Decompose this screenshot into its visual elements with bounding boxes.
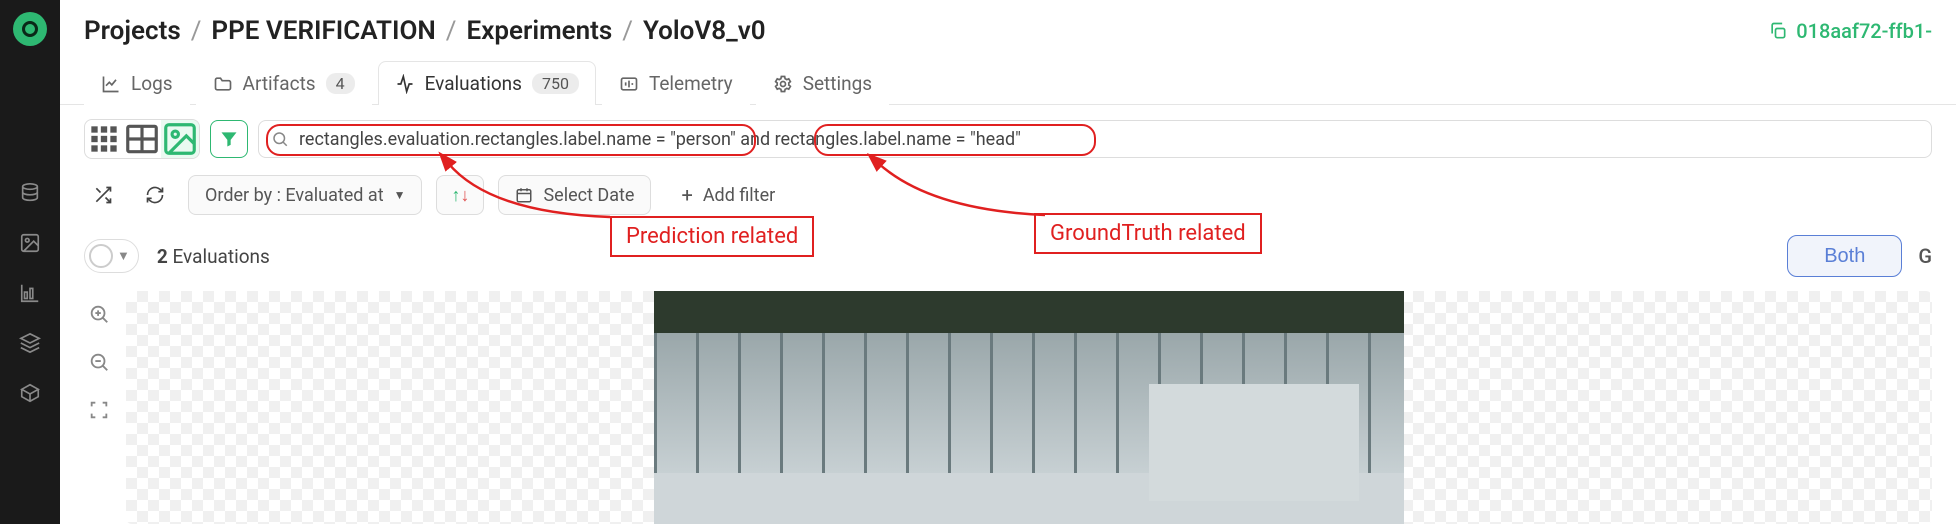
breadcrumb-part[interactable]: Projects (84, 16, 181, 46)
annotation-box-prediction-query (266, 124, 756, 156)
grid-view-button[interactable] (85, 120, 123, 158)
database-icon[interactable] (19, 182, 41, 204)
image-tools (84, 291, 114, 524)
breadcrumb-part[interactable]: Experiments (467, 16, 613, 46)
tab-logs[interactable]: Logs (84, 61, 190, 105)
refresh-icon (145, 185, 165, 205)
breadcrumb-part[interactable]: PPE VERIFICATION (211, 16, 435, 46)
zoom-out-button[interactable] (84, 347, 114, 377)
folder-icon (213, 74, 233, 94)
tab-label: Settings (803, 72, 872, 95)
content-area (60, 291, 1956, 524)
view-mode-group (84, 119, 200, 159)
checkbox-icon (89, 244, 113, 268)
results-header: ▼ 2 Evaluations Both G (60, 229, 1956, 291)
tabs: Logs Artifacts 4 Evaluations 750 Telemet… (60, 60, 1956, 105)
image-canvas[interactable] (126, 291, 1932, 524)
columns-icon (123, 120, 161, 158)
table-view-button[interactable] (123, 120, 161, 158)
annotation-arrow-gt (870, 155, 1150, 235)
image-icon[interactable] (19, 232, 41, 254)
chevron-down-icon: ▼ (117, 248, 130, 264)
chart-line-icon (101, 74, 121, 94)
tab-label: Telemetry (649, 72, 733, 95)
breadcrumb-part[interactable]: YoloV8_v0 (643, 16, 766, 46)
breadcrumb[interactable]: Projects/ PPE VERIFICATION/ Experiments/… (84, 16, 766, 46)
both-toggle-button[interactable]: Both (1787, 235, 1902, 277)
app-logo[interactable] (13, 12, 47, 46)
hash-link[interactable]: 018aaf72-ffb1- (1768, 19, 1932, 43)
evaluation-image (654, 291, 1404, 524)
tab-artifacts[interactable]: Artifacts 4 (196, 61, 372, 105)
tab-badge: 750 (532, 73, 579, 94)
tab-settings[interactable]: Settings (756, 61, 889, 105)
order-by-dropdown[interactable]: Order by : Evaluated at ▼ (188, 175, 422, 215)
funnel-icon (219, 129, 239, 149)
gear-icon (773, 74, 793, 94)
left-sidebar (0, 0, 60, 524)
select-all-checkbox[interactable]: ▼ (84, 239, 139, 273)
fullscreen-button[interactable] (84, 395, 114, 425)
order-by-label: Order by : Evaluated at (205, 185, 384, 206)
zoom-in-button[interactable] (84, 299, 114, 329)
telemetry-icon (619, 74, 639, 94)
tab-telemetry[interactable]: Telemetry (602, 61, 750, 105)
tab-badge: 4 (326, 73, 355, 94)
copy-icon (1768, 21, 1788, 41)
toggle-label-partial[interactable]: G (1918, 244, 1932, 268)
activity-icon (395, 74, 415, 94)
tab-label: Logs (131, 72, 173, 95)
chart-icon[interactable] (19, 282, 41, 304)
shuffle-button[interactable] (84, 176, 122, 214)
annotation-arrow-prediction (440, 155, 720, 235)
tab-evaluations[interactable]: Evaluations 750 (378, 61, 596, 105)
hash-text: 018aaf72-ffb1- (1796, 19, 1932, 43)
zoom-in-icon (88, 303, 110, 325)
refresh-button[interactable] (136, 176, 174, 214)
maximize-icon (88, 399, 110, 421)
image-icon (161, 120, 199, 158)
grid-icon (85, 120, 123, 158)
layers-icon[interactable] (19, 332, 41, 354)
tab-label: Evaluations (425, 72, 522, 95)
box-icon[interactable] (19, 382, 41, 404)
chevron-down-icon: ▼ (394, 188, 406, 202)
filter-button[interactable] (210, 120, 248, 158)
zoom-out-icon (88, 351, 110, 373)
evaluation-count: 2 Evaluations (157, 245, 270, 268)
main-panel: Projects/ PPE VERIFICATION/ Experiments/… (60, 0, 1956, 524)
tab-label: Artifacts (243, 72, 316, 95)
shuffle-icon (93, 185, 113, 205)
annotation-box-gt-query (814, 124, 1096, 156)
image-view-button[interactable] (161, 120, 199, 158)
